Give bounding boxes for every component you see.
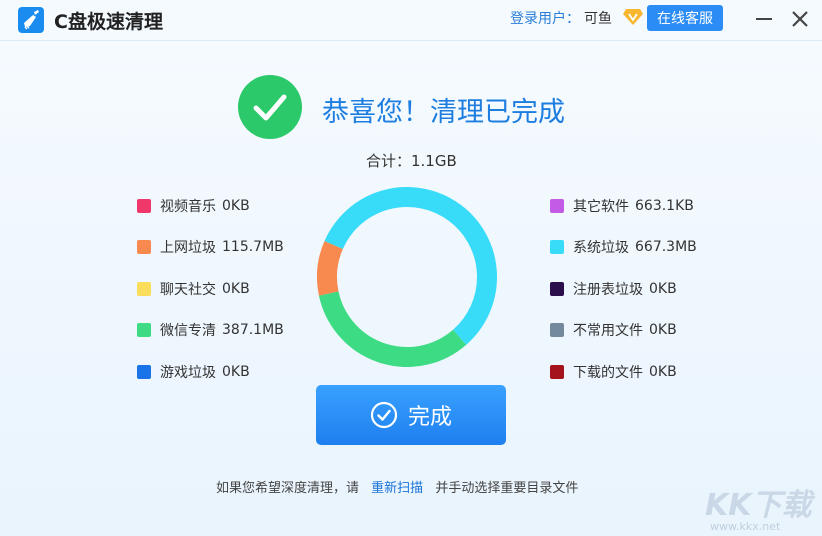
user-name: 可鱼: [584, 11, 612, 27]
legend-swatch: [137, 323, 151, 338]
check-circle-icon: [370, 401, 398, 429]
footer-suffix: 并手动选择重要目录文件: [435, 481, 579, 496]
legend-swatch: [137, 364, 151, 379]
legend-name: 视频音乐: [160, 198, 216, 215]
footer-hint: 如果您希望深度清理，请 重新扫描 并手动选择重要目录文件: [216, 477, 578, 496]
legend-item: 系统垃圾 667.3MB: [550, 227, 697, 269]
done-button[interactable]: 完成: [316, 385, 506, 445]
close-icon[interactable]: [788, 7, 812, 31]
minimize-icon[interactable]: [752, 7, 776, 31]
done-button-label: 完成: [407, 405, 452, 430]
legend-size: 0KB: [222, 363, 250, 380]
success-headline: 恭喜您！清理已完成: [322, 97, 565, 128]
legend-size: 0KB: [222, 197, 250, 214]
cleaner-window: C盘极速清理 登录用户： 可鱼 在线客服 恭喜您！清理已完成 合计：1.1GB …: [0, 0, 822, 536]
vip-diamond-icon: [622, 8, 644, 26]
title-bar: C盘极速清理 登录用户： 可鱼 在线客服: [0, 0, 822, 41]
legend-name: 下载的文件: [573, 364, 643, 381]
legend-swatch: [550, 240, 564, 255]
user-label: 登录用户：: [510, 11, 580, 27]
online-service-button[interactable]: 在线客服: [647, 5, 723, 31]
legend-size: 115.7MB: [222, 239, 284, 256]
user-info: 登录用户： 可鱼: [510, 8, 644, 28]
legend-name: 其它软件: [573, 198, 629, 215]
legend-name: 微信专清: [160, 323, 216, 340]
legend-name: 不常用文件: [573, 323, 643, 340]
legend-right: 其它软件 663.1KB 系统垃圾 667.3MB 注册表垃圾 0KB 不常用文…: [550, 185, 697, 393]
legend-item: 视频音乐 0KB: [137, 185, 284, 227]
legend-swatch: [137, 198, 151, 213]
broom-app-icon: [18, 7, 44, 33]
legend-size: 663.1KB: [635, 197, 694, 214]
legend-item: 注册表垃圾 0KB: [550, 268, 697, 310]
legend-size: 0KB: [649, 322, 677, 339]
legend-swatch: [137, 240, 151, 255]
legend-item: 微信专清 387.1MB: [137, 310, 284, 352]
legend-name: 系统垃圾: [573, 240, 629, 257]
donut-segment: [318, 291, 467, 367]
donut-segment: [317, 240, 344, 296]
legend-item: 聊天社交 0KB: [137, 268, 284, 310]
legend-item: 游戏垃圾 0KB: [137, 351, 284, 393]
legend-item: 下载的文件 0KB: [550, 351, 697, 393]
legend-name: 上网垃圾: [160, 240, 216, 257]
success-check-icon: [238, 75, 302, 139]
legend-item: 上网垃圾 115.7MB: [137, 227, 284, 269]
legend-item: 不常用文件 0KB: [550, 310, 697, 352]
legend-swatch: [550, 364, 564, 379]
total-size: 合计：1.1GB: [366, 152, 457, 170]
cleanup-donut-chart: [317, 187, 497, 367]
donut-segment: [324, 187, 497, 345]
footer-prefix: 如果您希望深度清理，请: [216, 481, 360, 496]
app-title: C盘极速清理: [54, 11, 163, 33]
legend-size: 0KB: [649, 363, 677, 380]
legend-swatch: [550, 198, 564, 213]
legend-name: 注册表垃圾: [573, 281, 643, 298]
legend-name: 游戏垃圾: [160, 364, 216, 381]
legend-size: 387.1MB: [222, 322, 284, 339]
legend-size: 0KB: [222, 280, 250, 297]
legend-size: 667.3MB: [635, 239, 697, 256]
legend-left: 视频音乐 0KB 上网垃圾 115.7MB 聊天社交 0KB 微信专清 387.…: [137, 185, 284, 393]
watermark-url: www.kkx.net: [710, 520, 781, 533]
legend-size: 0KB: [649, 280, 677, 297]
rescan-link[interactable]: 重新扫描: [371, 481, 423, 496]
legend-name: 聊天社交: [160, 281, 216, 298]
legend-swatch: [550, 323, 564, 338]
legend-swatch: [137, 281, 151, 296]
legend-item: 其它软件 663.1KB: [550, 185, 697, 227]
legend-swatch: [550, 281, 564, 296]
